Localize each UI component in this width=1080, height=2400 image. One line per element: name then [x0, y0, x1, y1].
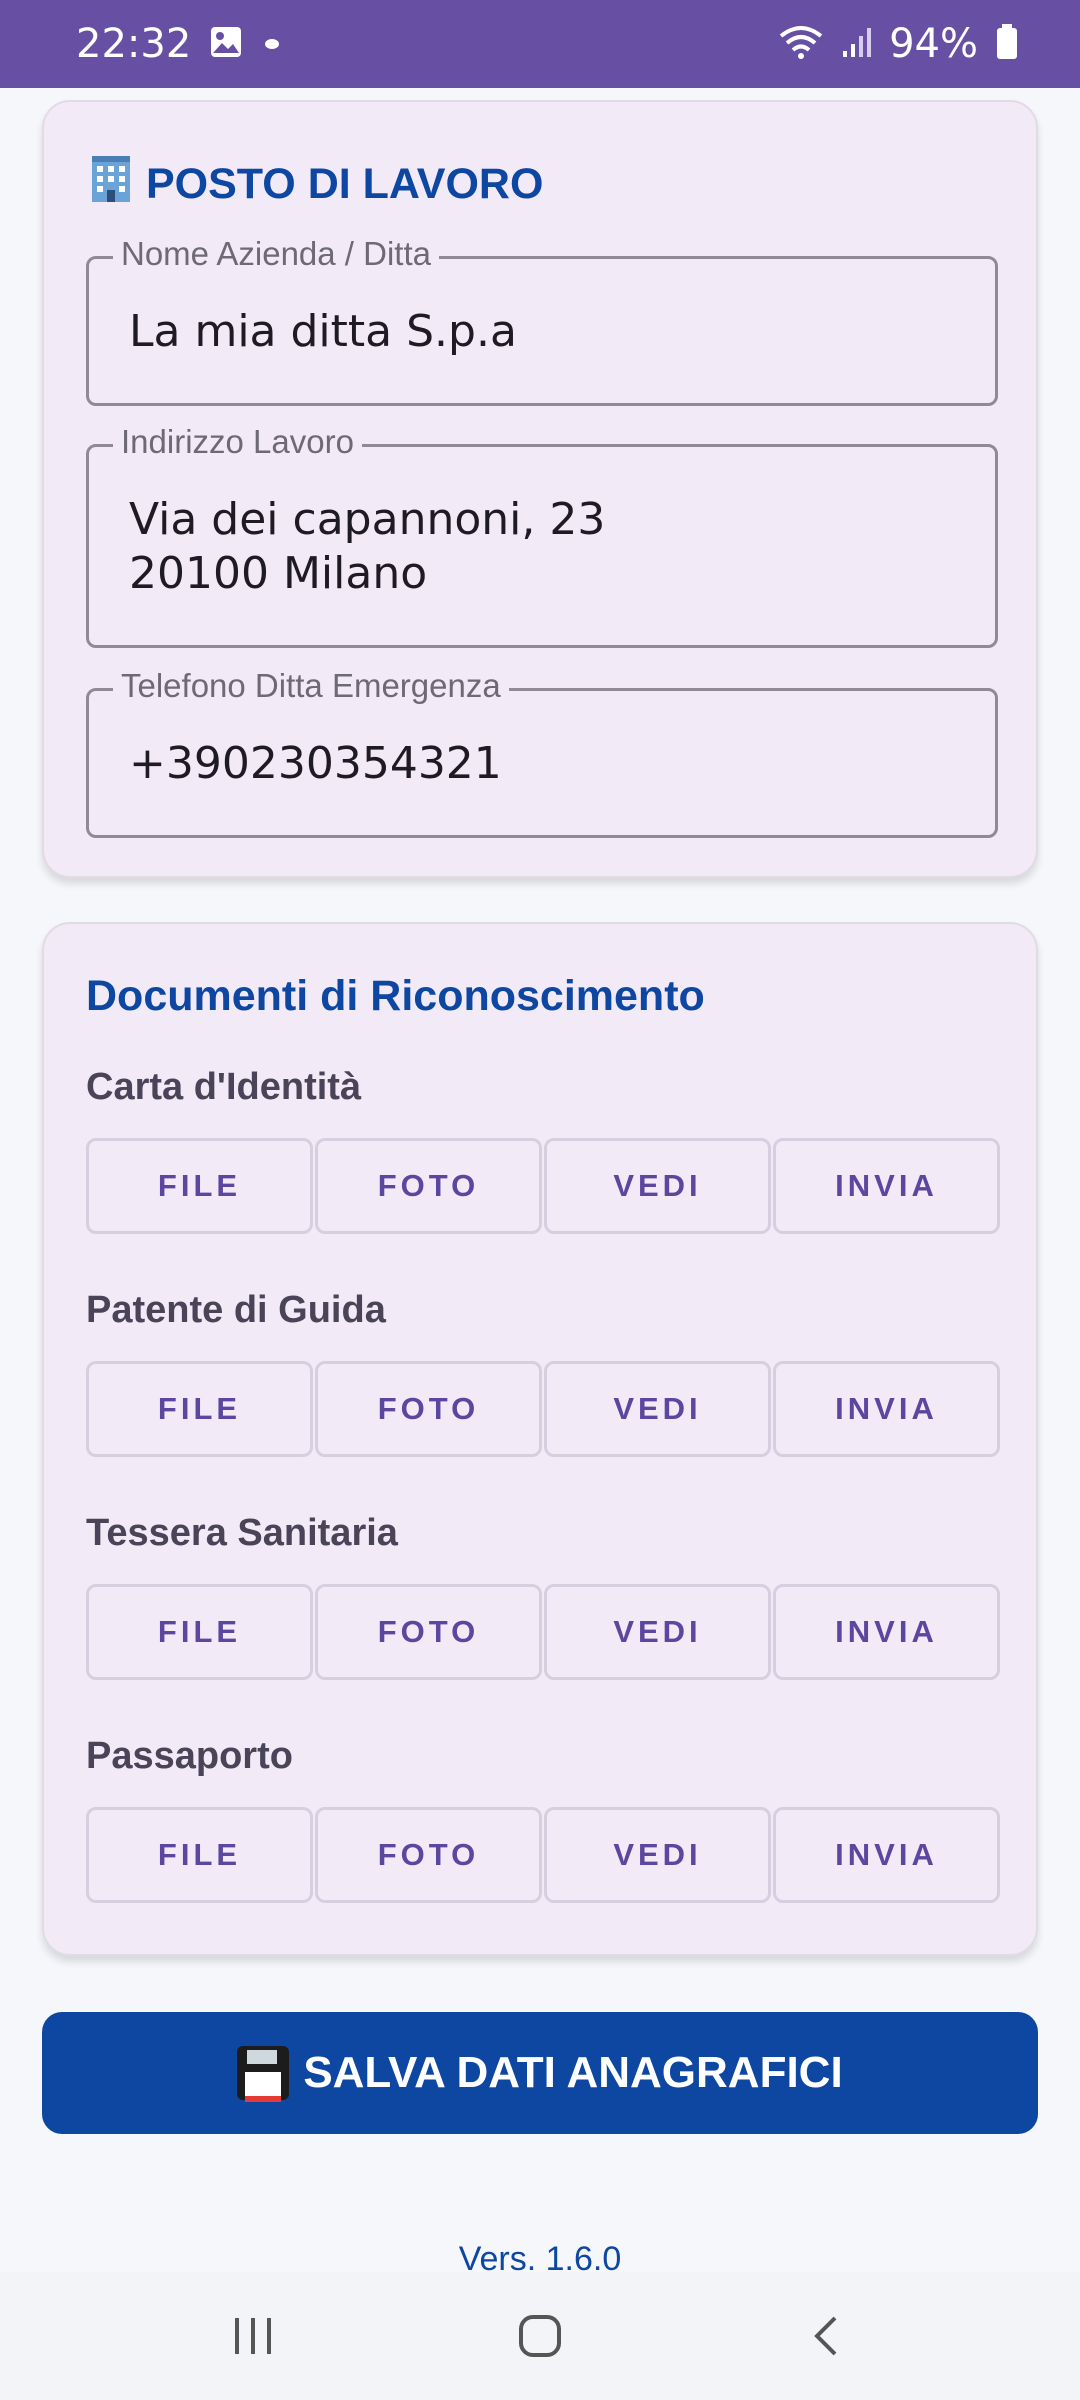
company-name-value: La mia ditta S.p.a: [129, 306, 517, 357]
company-name-field[interactable]: Nome Azienda / Ditta La mia ditta S.p.a: [86, 235, 998, 406]
gallery-notification-icon: [209, 25, 243, 64]
home-icon: [518, 2315, 561, 2357]
id-card-photo-button[interactable]: FOTO: [315, 1138, 542, 1234]
document-label-health-card: Tessera Sanitaria: [86, 1512, 398, 1554]
work-section-title-text: POSTO DI LAVORO: [146, 160, 544, 208]
emergency-phone-value: +390230354321: [129, 738, 502, 789]
recent-apps-button[interactable]: [213, 2296, 293, 2376]
back-icon: [813, 2316, 837, 2356]
id-card-view-button[interactable]: VEDI: [544, 1138, 771, 1234]
document-label-driving-license: Patente di Guida: [86, 1289, 386, 1331]
document-label-id-card: Carta d'Identità: [86, 1066, 362, 1108]
driving-license-photo-button[interactable]: FOTO: [315, 1361, 542, 1457]
save-personal-data-button[interactable]: SALVA DATI ANAGRAFICI: [42, 2012, 1038, 2134]
back-button[interactable]: [787, 2296, 867, 2376]
driving-license-send-button[interactable]: INVIA: [773, 1361, 1000, 1457]
system-navigation-bar: [0, 2272, 1080, 2400]
office-building-icon: [86, 154, 136, 215]
passport-photo-button[interactable]: FOTO: [315, 1807, 542, 1903]
floppy-disk-icon: [237, 2046, 290, 2102]
documents-section-title: Documenti di Riconoscimento: [86, 972, 705, 1020]
documents-section-card: Documenti di Riconoscimento Carta d'Iden…: [42, 922, 1038, 1956]
driving-license-view-button[interactable]: VEDI: [544, 1361, 771, 1457]
status-time: 22:32: [76, 21, 192, 67]
health-card-view-button[interactable]: VEDI: [544, 1584, 771, 1680]
work-section-card: POSTO DI LAVORO Nome Azienda / Ditta La …: [42, 100, 1038, 878]
emergency-phone-field[interactable]: Telefono Ditta Emergenza +390230354321: [86, 667, 998, 838]
battery-percentage: 94%: [889, 21, 978, 67]
work-section-title: POSTO DI LAVORO: [86, 154, 543, 215]
driving-license-button-row: FILE FOTO VEDI INVIA: [86, 1361, 1000, 1457]
home-button[interactable]: [500, 2296, 580, 2376]
battery-icon: [996, 23, 1018, 65]
health-card-send-button[interactable]: INVIA: [773, 1584, 1000, 1680]
cloud-notification-icon: [261, 31, 283, 58]
work-address-label: Indirizzo Lavoro: [113, 423, 362, 461]
passport-view-button[interactable]: VEDI: [544, 1807, 771, 1903]
status-bar: 22:32 94%: [0, 0, 1080, 88]
save-button-label: SALVA DATI ANAGRAFICI: [303, 2048, 843, 2097]
work-address-field[interactable]: Indirizzo Lavoro Via dei capannoni, 23 2…: [86, 423, 998, 648]
health-card-photo-button[interactable]: FOTO: [315, 1584, 542, 1680]
emergency-phone-label: Telefono Ditta Emergenza: [113, 667, 509, 705]
id-card-send-button[interactable]: INVIA: [773, 1138, 1000, 1234]
company-name-label: Nome Azienda / Ditta: [113, 235, 439, 273]
document-label-passport: Passaporto: [86, 1735, 293, 1777]
passport-file-button[interactable]: FILE: [86, 1807, 313, 1903]
id-card-file-button[interactable]: FILE: [86, 1138, 313, 1234]
health-card-button-row: FILE FOTO VEDI INVIA: [86, 1584, 1000, 1680]
passport-button-row: FILE FOTO VEDI INVIA: [86, 1807, 1000, 1903]
work-address-value: Via dei capannoni, 23 20100 Milano: [129, 494, 606, 599]
signal-icon: [841, 25, 872, 64]
driving-license-file-button[interactable]: FILE: [86, 1361, 313, 1457]
passport-send-button[interactable]: INVIA: [773, 1807, 1000, 1903]
recent-apps-icon: [235, 2318, 272, 2354]
id-card-button-row: FILE FOTO VEDI INVIA: [86, 1138, 1000, 1234]
wifi-icon: [779, 24, 823, 65]
health-card-file-button[interactable]: FILE: [86, 1584, 313, 1680]
